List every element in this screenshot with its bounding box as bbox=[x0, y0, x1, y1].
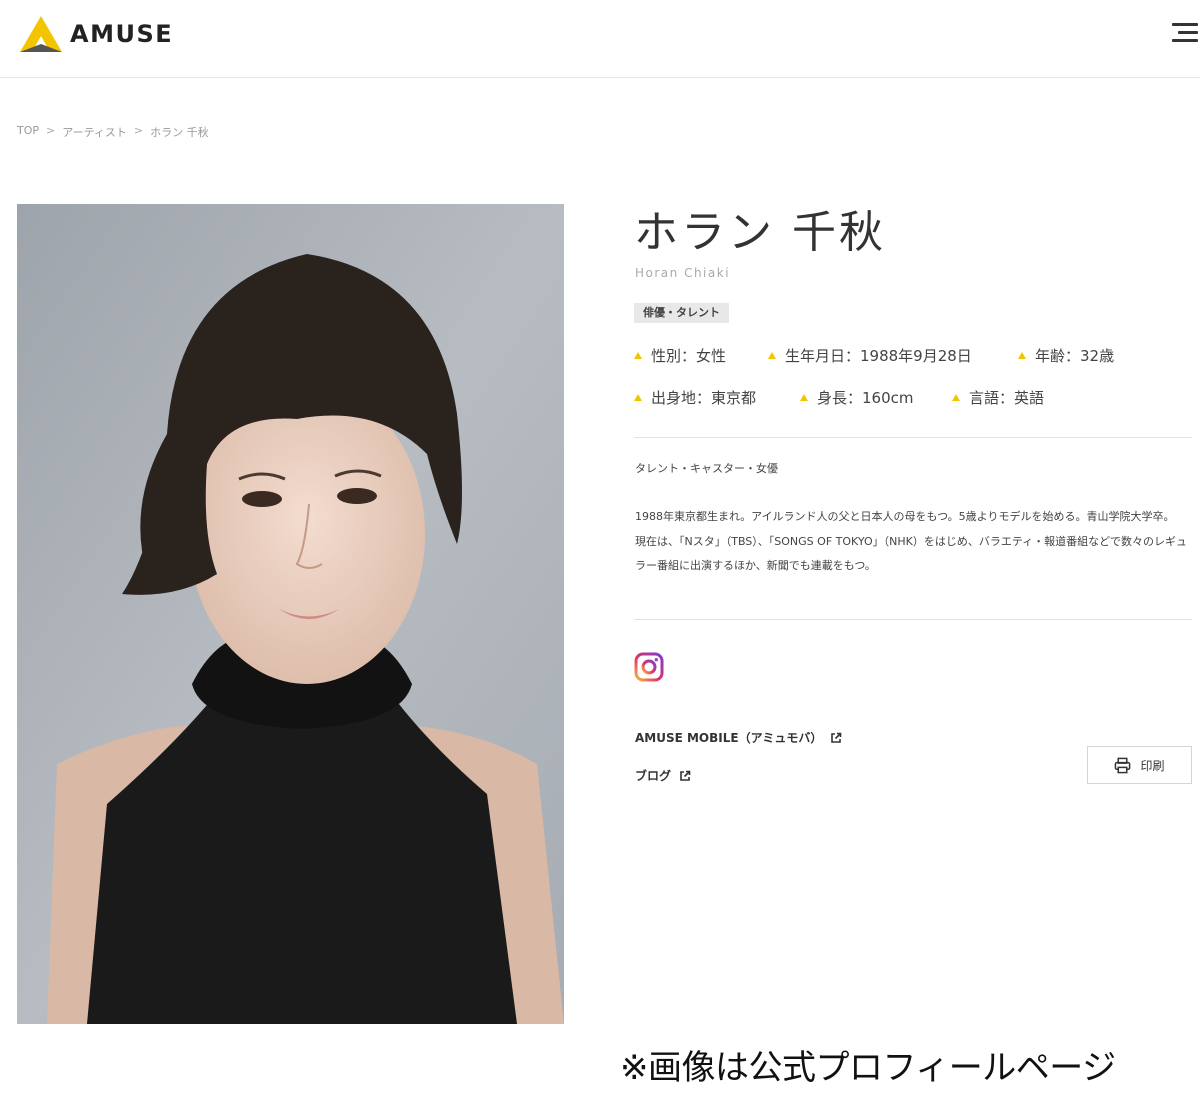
triangle-bullet-icon bbox=[1018, 352, 1026, 359]
breadcrumb-current: ホラン 千秋 bbox=[150, 126, 209, 139]
profile-facts: 性別：女性 生年月日：1988年9月28日 年齢：32歳 出身地：東京都 身長：… bbox=[634, 342, 1194, 426]
fact-language: 言語：英語 bbox=[952, 387, 1044, 408]
triangle-bullet-icon bbox=[634, 352, 642, 359]
fact-age: 年齢：32歳 bbox=[1018, 345, 1114, 366]
breadcrumb-separator: > bbox=[133, 124, 144, 137]
amuse-mobile-link[interactable]: AMUSE MOBILE（アミュモバ） bbox=[635, 729, 842, 746]
breadcrumb-separator: > bbox=[46, 124, 56, 137]
printer-icon bbox=[1115, 757, 1131, 773]
fact-birthdate: 生年月日：1988年9月28日 bbox=[768, 345, 1018, 366]
breadcrumb-artist[interactable]: アーティスト bbox=[62, 124, 127, 140]
triangle-bullet-icon bbox=[800, 394, 808, 401]
logo-text: AMUSE bbox=[70, 20, 174, 48]
print-label: 印刷 bbox=[1140, 758, 1165, 773]
amuse-mobile-label: AMUSE MOBILE（アミュモバ） bbox=[635, 731, 823, 745]
bio-paragraph: 現在は、「Nスタ」（TBS）、「SONGS OF TOKYO」（NHK）をはじめ… bbox=[635, 534, 1187, 573]
print-button[interactable]: 印刷 bbox=[1087, 746, 1192, 784]
profile-photo bbox=[17, 204, 564, 1024]
image-caption: ※画像は公式プロフィールページ bbox=[620, 1048, 1116, 1088]
hamburger-menu-icon[interactable] bbox=[1168, 20, 1198, 46]
blog-label: ブログ bbox=[635, 769, 672, 783]
triangle-bullet-icon bbox=[634, 394, 642, 401]
breadcrumb: TOP > アーティスト > ホラン 千秋 bbox=[17, 124, 209, 140]
triangle-bullet-icon bbox=[952, 394, 960, 401]
blog-link[interactable]: ブログ bbox=[635, 767, 691, 784]
divider bbox=[634, 619, 1192, 620]
triangle-bullet-icon bbox=[768, 352, 776, 359]
site-header: AMUSE bbox=[0, 0, 1200, 78]
breadcrumb-top[interactable]: TOP bbox=[17, 124, 39, 140]
fact-height: 身長：160cm bbox=[800, 387, 952, 408]
biography: 1988年東京都生まれ。アイルランド人の父と日本人の母をもつ。5歳よりモデルを始… bbox=[635, 505, 1187, 579]
fact-row: 出身地：東京都 身長：160cm 言語：英語 bbox=[634, 384, 1194, 410]
external-link-icon bbox=[680, 770, 691, 781]
fact-birthplace: 出身地：東京都 bbox=[634, 387, 800, 408]
bio-paragraph: 1988年東京都生まれ。アイルランド人の父と日本人の母をもつ。5歳よりモデルを始… bbox=[635, 510, 1175, 523]
fact-gender: 性別：女性 bbox=[634, 345, 768, 366]
category-tag: 俳優・タレント bbox=[634, 303, 729, 323]
instagram-icon[interactable] bbox=[634, 652, 664, 682]
artist-name-english: Horan Chiaki bbox=[635, 266, 731, 280]
amuse-logo-icon bbox=[20, 16, 62, 52]
amuse-logo-link[interactable]: AMUSE bbox=[18, 12, 173, 56]
divider bbox=[634, 437, 1192, 438]
fact-row: 性別：女性 生年月日：1988年9月28日 年齢：32歳 bbox=[634, 342, 1194, 368]
artist-name: ホラン 千秋 bbox=[634, 207, 886, 258]
occupation: タレント・キャスター・女優 bbox=[635, 462, 778, 475]
external-link-icon bbox=[831, 732, 842, 743]
